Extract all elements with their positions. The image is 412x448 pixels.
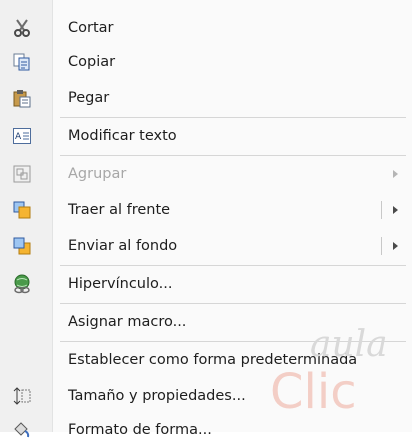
- menu-item-hipervinculo[interactable]: Hipervínculo...: [0, 266, 412, 302]
- menu-item-label: Traer al frente: [68, 202, 171, 218]
- submenu-arrow-icon: [393, 170, 398, 178]
- menu-item-modificar-texto[interactable]: A Modificar texto: [0, 118, 412, 154]
- split-divider: [381, 237, 382, 255]
- menu-item-cortar[interactable]: Cortar: [0, 10, 412, 46]
- menu-item-label: Cortar: [68, 20, 114, 36]
- scissors-icon: [12, 18, 32, 38]
- menu-item-label: Modificar texto: [68, 128, 177, 144]
- context-menu: Cortar Copiar Pegar A Modificar texto Ag…: [0, 0, 412, 438]
- paste-icon: [12, 88, 32, 108]
- hyperlink-icon: [12, 274, 32, 294]
- submenu-arrow-icon[interactable]: [393, 242, 398, 250]
- svg-text:A: A: [15, 132, 22, 142]
- menu-item-label: Agrupar: [68, 166, 127, 182]
- group-icon: [12, 164, 32, 184]
- menu-item-asignar-macro[interactable]: Asignar macro...: [0, 304, 412, 340]
- menu-item-label: Establecer como forma predeterminada: [68, 352, 358, 368]
- bring-to-front-icon: [12, 200, 32, 220]
- split-divider: [381, 201, 382, 219]
- menu-item-label: Formato de forma...: [68, 422, 212, 438]
- format-shape-icon: [12, 420, 32, 440]
- menu-item-establecer-predeterminada[interactable]: Establecer como forma predeterminada: [0, 342, 412, 378]
- menu-item-label: Enviar al fondo: [68, 238, 178, 254]
- menu-item-tamano-propiedades[interactable]: Tamaño y propiedades...: [0, 378, 412, 414]
- menu-item-agrupar[interactable]: Agrupar: [0, 156, 412, 192]
- size-properties-icon: [12, 386, 32, 406]
- submenu-arrow-icon[interactable]: [393, 206, 398, 214]
- edit-text-icon: A: [12, 126, 32, 146]
- menu-item-pegar[interactable]: Pegar: [0, 80, 412, 116]
- menu-item-label: Tamaño y propiedades...: [68, 388, 246, 404]
- copy-icon: [12, 52, 32, 72]
- menu-item-label: Hipervínculo...: [68, 276, 173, 292]
- menu-item-label: Copiar: [68, 54, 116, 70]
- menu-item-traer-al-frente[interactable]: Traer al frente: [0, 192, 412, 228]
- menu-item-label: Asignar macro...: [68, 314, 187, 330]
- menu-item-formato-forma[interactable]: Formato de forma...: [0, 412, 412, 448]
- send-to-back-icon: [12, 236, 32, 256]
- menu-item-copiar[interactable]: Copiar: [0, 44, 412, 80]
- menu-item-label: Pegar: [68, 90, 110, 106]
- menu-item-enviar-al-fondo[interactable]: Enviar al fondo: [0, 228, 412, 264]
